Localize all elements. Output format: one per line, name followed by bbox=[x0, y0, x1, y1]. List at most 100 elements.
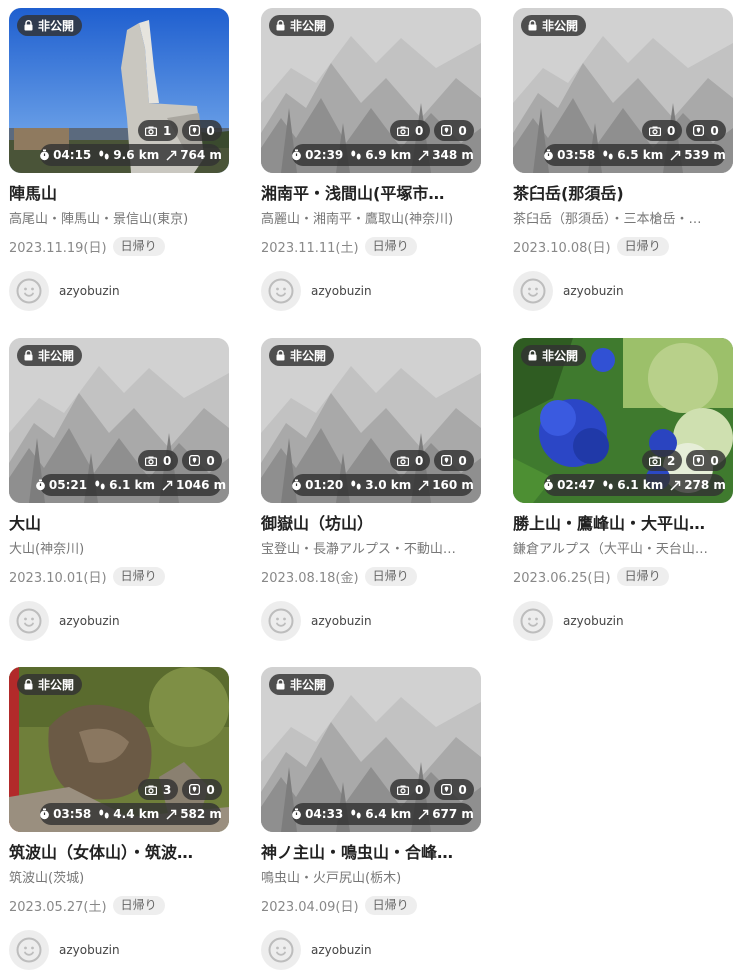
activity-card[interactable]: 非公開 0 0 05:21 6.1 km 1046 m 大山 大山(神奈川) 2… bbox=[9, 338, 229, 641]
marker-count: 0 bbox=[434, 779, 474, 800]
activity-title[interactable]: 筑波山（女体山）・筑波… bbox=[9, 842, 229, 864]
activity-areas[interactable]: 高尾山・陣馬山・景信山(東京) bbox=[9, 211, 229, 229]
avatar[interactable] bbox=[261, 271, 301, 311]
lock-icon bbox=[276, 20, 285, 31]
avatar[interactable] bbox=[9, 930, 49, 970]
activity-areas[interactable]: 鳴虫山・火戸尻山(栃木) bbox=[261, 870, 481, 888]
activity-date: 2023.06.25(日) bbox=[513, 570, 611, 586]
activity-areas[interactable]: 筑波山(茨城) bbox=[9, 870, 229, 888]
distance-value: 6.1 km bbox=[617, 478, 664, 492]
user-row[interactable]: azyobuzin bbox=[9, 271, 229, 311]
default-avatar-icon bbox=[520, 278, 546, 304]
activity-title[interactable]: 勝上山・鷹峰山・大平山… bbox=[513, 513, 733, 535]
user-row[interactable]: azyobuzin bbox=[513, 271, 733, 311]
activity-card[interactable]: 非公開 0 0 03:58 6.5 km 539 m 茶臼岳(那須岳) 茶臼岳（… bbox=[513, 8, 733, 311]
avatar[interactable] bbox=[513, 601, 553, 641]
username[interactable]: azyobuzin bbox=[311, 284, 372, 298]
avatar[interactable] bbox=[261, 601, 301, 641]
camera-icon bbox=[145, 456, 157, 466]
stopwatch-icon bbox=[40, 808, 49, 820]
distance-value: 6.1 km bbox=[109, 478, 156, 492]
default-avatar-icon bbox=[268, 608, 294, 634]
photo-count: 0 bbox=[390, 779, 431, 800]
camera-icon bbox=[397, 456, 409, 466]
user-row[interactable]: azyobuzin bbox=[261, 271, 481, 311]
username[interactable]: azyobuzin bbox=[563, 614, 624, 628]
marker-icon bbox=[441, 784, 453, 795]
user-row[interactable]: azyobuzin bbox=[261, 930, 481, 970]
username[interactable]: azyobuzin bbox=[59, 943, 120, 957]
footprints-icon bbox=[99, 809, 109, 818]
activity-card[interactable]: 非公開 0 0 02:39 6.9 km 348 m 湘南平・浅間山(平塚市… … bbox=[261, 8, 481, 311]
activity-thumbnail[interactable]: 非公開 3 0 03:58 4.4 km 582 m bbox=[9, 667, 229, 832]
username[interactable]: azyobuzin bbox=[563, 284, 624, 298]
activity-title[interactable]: 御嶽山（坊山） bbox=[261, 513, 481, 535]
distance-value: 9.6 km bbox=[113, 148, 160, 162]
activity-areas[interactable]: 茶臼岳（那須岳）・三本槍岳・… bbox=[513, 211, 733, 229]
activity-date: 2023.11.11(土) bbox=[261, 240, 359, 256]
activity-title[interactable]: 大山 bbox=[9, 513, 229, 535]
username[interactable]: azyobuzin bbox=[59, 284, 120, 298]
avatar[interactable] bbox=[513, 271, 553, 311]
user-row[interactable]: azyobuzin bbox=[9, 930, 229, 970]
ascent-value: 1046 m bbox=[176, 478, 227, 492]
private-badge: 非公開 bbox=[269, 15, 335, 36]
username[interactable]: azyobuzin bbox=[59, 614, 120, 628]
activity-thumbnail[interactable]: 非公開 0 0 05:21 6.1 km 1046 m bbox=[9, 338, 229, 503]
activity-areas[interactable]: 宝登山・長瀞アルプス・不動山… bbox=[261, 541, 481, 559]
ascent-value: 764 m bbox=[180, 148, 222, 162]
user-row[interactable]: azyobuzin bbox=[9, 601, 229, 641]
trip-type-tag: 日帰り bbox=[364, 236, 417, 256]
stopwatch-icon bbox=[544, 149, 553, 161]
activity-areas[interactable]: 大山(神奈川) bbox=[9, 541, 229, 559]
ascent-value: 348 m bbox=[432, 148, 474, 162]
ascent-icon bbox=[418, 150, 429, 161]
lock-icon bbox=[528, 20, 537, 31]
avatar[interactable] bbox=[261, 930, 301, 970]
username[interactable]: azyobuzin bbox=[311, 943, 372, 957]
activity-thumbnail[interactable]: 非公開 0 0 04:33 6.4 km 677 m bbox=[261, 667, 481, 832]
private-badge: 非公開 bbox=[269, 345, 335, 366]
stopwatch-icon bbox=[292, 808, 301, 820]
avatar[interactable] bbox=[9, 601, 49, 641]
activity-title[interactable]: 茶臼岳(那須岳) bbox=[513, 183, 733, 205]
activity-title[interactable]: 湘南平・浅間山(平塚市… bbox=[261, 183, 481, 205]
activity-stats: 05:21 6.1 km 1046 m bbox=[35, 474, 226, 496]
user-row[interactable]: azyobuzin bbox=[513, 601, 733, 641]
ascent-value: 677 m bbox=[432, 807, 474, 821]
stopwatch-icon bbox=[35, 479, 45, 491]
trip-type-tag: 日帰り bbox=[364, 566, 417, 586]
duration-value: 03:58 bbox=[557, 148, 596, 162]
lock-icon bbox=[276, 350, 285, 361]
activity-card[interactable]: 非公開 3 0 03:58 4.4 km 582 m 筑波山（女体山）・筑波… … bbox=[9, 667, 229, 970]
activity-thumbnail[interactable]: 非公開 0 0 02:39 6.9 km 348 m bbox=[261, 8, 481, 173]
marker-count: 0 bbox=[182, 450, 222, 471]
marker-count: 0 bbox=[434, 120, 474, 141]
activity-areas[interactable]: 高麗山・湘南平・鷹取山(神奈川) bbox=[261, 211, 481, 229]
activity-title[interactable]: 神ノ主山・鳴虫山・合峰… bbox=[261, 842, 481, 864]
activity-thumbnail[interactable]: 非公開 2 0 02:47 6.1 km 278 m bbox=[513, 338, 733, 503]
activity-thumbnail[interactable]: 非公開 1 0 04:15 9.6 km 764 m bbox=[9, 8, 229, 173]
username[interactable]: azyobuzin bbox=[311, 614, 372, 628]
activity-card[interactable]: 非公開 0 0 01:20 3.0 km 160 m 御嶽山（坊山） 宝登山・長… bbox=[261, 338, 481, 641]
trip-type-tag: 日帰り bbox=[364, 895, 417, 915]
activity-areas[interactable]: 鎌倉アルプス（大平山・天台山… bbox=[513, 541, 733, 559]
footprints-icon bbox=[99, 150, 109, 159]
user-row[interactable]: azyobuzin bbox=[261, 601, 481, 641]
activity-thumbnail[interactable]: 非公開 0 0 01:20 3.0 km 160 m bbox=[261, 338, 481, 503]
photo-count-value: 1 bbox=[163, 123, 172, 138]
lock-icon bbox=[24, 20, 33, 31]
camera-icon bbox=[397, 785, 409, 795]
private-badge: 非公開 bbox=[521, 15, 587, 36]
activity-thumbnail[interactable]: 非公開 0 0 03:58 6.5 km 539 m bbox=[513, 8, 733, 173]
activity-date: 2023.08.18(金) bbox=[261, 570, 359, 586]
avatar[interactable] bbox=[9, 271, 49, 311]
activity-card[interactable]: 非公開 2 0 02:47 6.1 km 278 m 勝上山・鷹峰山・大平山… … bbox=[513, 338, 733, 641]
ascent-icon bbox=[166, 809, 177, 820]
camera-icon bbox=[145, 126, 157, 136]
ascent-icon bbox=[166, 150, 177, 161]
activity-card[interactable]: 非公開 0 0 04:33 6.4 km 677 m 神ノ主山・鳴虫山・合峰… … bbox=[261, 667, 481, 970]
ascent-icon bbox=[670, 150, 681, 161]
activity-title[interactable]: 陣馬山 bbox=[9, 183, 229, 205]
activity-card[interactable]: 非公開 1 0 04:15 9.6 km 764 m 陣馬山 高尾山・陣馬山・景… bbox=[9, 8, 229, 311]
